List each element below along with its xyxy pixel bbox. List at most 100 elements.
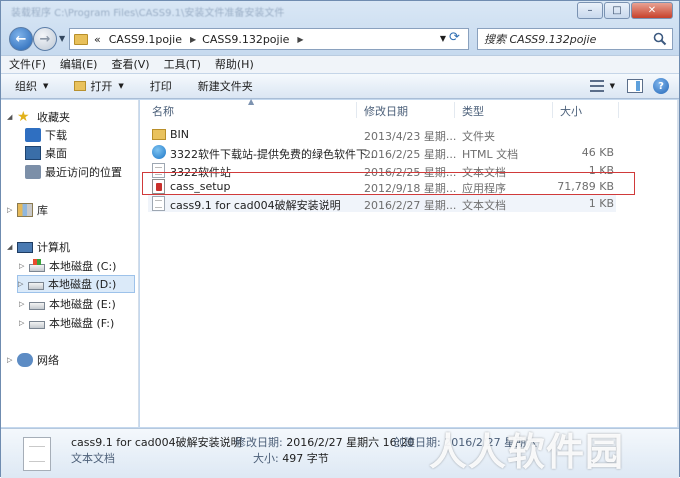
preview-pane-icon[interactable] xyxy=(627,79,643,93)
column-divider[interactable] xyxy=(552,102,553,118)
folder-icon xyxy=(152,129,166,140)
collapsed-icon[interactable]: ▷ xyxy=(19,319,27,327)
tree-drive-c[interactable]: ▷ 本地磁盘 (C:) xyxy=(19,257,116,275)
chevron-right-icon[interactable]: ▶ xyxy=(190,35,196,44)
menu-help[interactable]: 帮助(H) xyxy=(215,56,254,73)
search-input[interactable]: 搜索 CASS9.132pojie xyxy=(477,28,673,50)
details-file-type: 文本文档 xyxy=(71,452,115,465)
search-icon[interactable] xyxy=(653,32,667,46)
column-divider[interactable] xyxy=(356,102,357,118)
expanded-icon[interactable]: ◢ xyxy=(7,113,15,121)
column-divider[interactable] xyxy=(618,102,619,118)
file-type: 应用程序 xyxy=(462,182,506,195)
tree-label: 最近访问的位置 xyxy=(45,166,122,179)
column-divider[interactable] xyxy=(454,102,455,118)
chevron-right-icon[interactable]: ▶ xyxy=(297,35,303,44)
open-folder-icon xyxy=(74,81,87,91)
menu-edit[interactable]: 编辑(E) xyxy=(60,56,98,73)
breadcrumb-overflow[interactable]: « xyxy=(94,33,101,46)
window-title: 装载程序 C:\Program Files\CASS9.1\安装文件准备安装文件 xyxy=(11,8,285,19)
file-row[interactable]: cass_setup 2012/9/18 星期... 应用程序 71,789 K… xyxy=(148,178,616,195)
file-size: 71,789 KB xyxy=(557,180,614,193)
address-bar[interactable]: « CASS9.1pojie ▶ CASS9.132pojie ▶ ▼ xyxy=(69,28,469,50)
file-list: ▲ 名称 修改日期 类型 大小 BIN 2013/4/23 星期... 文件夹 … xyxy=(140,97,679,427)
star-icon: ★ xyxy=(17,109,30,125)
tree-label: 本地磁盘 (F:) xyxy=(49,317,115,330)
html-icon xyxy=(152,145,166,159)
menu-tools[interactable]: 工具(T) xyxy=(164,56,201,73)
column-size[interactable]: 大小 xyxy=(560,103,582,119)
view-options-icon[interactable] xyxy=(589,80,604,92)
open-button[interactable]: 打开 ▼ xyxy=(74,78,124,94)
file-date: 2013/4/23 星期... xyxy=(364,130,457,143)
tree-network[interactable]: ▷ 网络 xyxy=(7,351,59,369)
navigation-row: ← → ▼ « CASS9.1pojie ▶ CASS9.132pojie ▶ ▼ … xyxy=(1,25,679,53)
file-name: BIN xyxy=(170,128,190,141)
file-row[interactable]: 3322软件站 2016/2/25 星期... 文本文档 1 KB xyxy=(148,162,616,179)
close-button[interactable]: ✕ xyxy=(631,2,673,19)
back-button[interactable]: ← xyxy=(9,27,33,51)
tree-desktop[interactable]: 桌面 xyxy=(25,144,67,162)
file-type: HTML 文档 xyxy=(462,148,519,161)
file-size: 1 KB xyxy=(588,197,614,210)
help-icon[interactable]: ? xyxy=(653,78,669,94)
file-row-selected[interactable]: cass9.1 for cad004破解安装说明 2016/2/27 星期...… xyxy=(148,195,616,212)
tree-recent-places[interactable]: 最近访问的位置 xyxy=(25,163,122,181)
new-folder-label: 新建文件夹 xyxy=(197,80,253,93)
expanded-icon[interactable]: ◢ xyxy=(7,243,15,251)
print-label: 打印 xyxy=(149,80,172,93)
tree-libraries[interactable]: ▷ 库 xyxy=(7,201,48,219)
tree-label: 库 xyxy=(37,204,48,217)
sort-ascending-icon: ▲ xyxy=(248,97,255,106)
file-type: 文本文档 xyxy=(462,199,506,212)
tree-drive-e[interactable]: ▷ 本地磁盘 (E:) xyxy=(19,295,116,313)
file-date: 2012/9/18 星期... xyxy=(364,182,457,195)
breadcrumb-label: CASS9.1pojie xyxy=(108,32,182,46)
arrow-left-icon: ← xyxy=(15,31,27,47)
recent-places-icon xyxy=(25,165,41,179)
tree-label: 收藏夹 xyxy=(37,111,70,124)
tree-drive-f[interactable]: ▷ 本地磁盘 (F:) xyxy=(19,314,114,332)
system-drive-icon xyxy=(29,259,45,272)
tree-favorites[interactable]: ◢ ★ 收藏夹 xyxy=(7,108,70,126)
drive-icon xyxy=(29,301,45,310)
collapsed-icon[interactable]: ▷ xyxy=(7,356,15,364)
breadcrumb-item[interactable]: CASS9.132pojie ▶ xyxy=(202,33,303,46)
column-type[interactable]: 类型 xyxy=(462,103,484,119)
collapsed-icon[interactable]: ▷ xyxy=(7,206,15,214)
print-button[interactable]: 打印 xyxy=(150,78,172,94)
file-row[interactable]: BIN 2013/4/23 星期... 文件夹 xyxy=(148,126,616,143)
refresh-icon[interactable]: ⟳ xyxy=(449,30,460,45)
column-name[interactable]: 名称 xyxy=(152,103,174,119)
forward-button[interactable]: → xyxy=(33,27,57,51)
tree-label: 下载 xyxy=(45,129,67,142)
recent-pages-dropdown[interactable]: ▼ xyxy=(59,34,65,43)
chevron-down-icon[interactable]: ▼ xyxy=(610,82,615,90)
menu-file[interactable]: 文件(F) xyxy=(9,56,46,73)
file-row[interactable]: 3322软件下载站-提供免费的绿色软件下... 2016/2/25 星期... … xyxy=(148,144,616,161)
arrow-right-icon: → xyxy=(39,31,51,47)
scrollbar-edge[interactable] xyxy=(677,100,679,427)
tree-drive-d[interactable]: ▷ 本地磁盘 (D:) xyxy=(17,275,135,293)
maximize-button[interactable]: □ xyxy=(604,2,630,19)
column-modified[interactable]: 修改日期 xyxy=(364,103,408,119)
address-dropdown-icon[interactable]: ▼ xyxy=(440,34,446,43)
menu-bar: 文件(F) 编辑(E) 查看(V) 工具(T) 帮助(H) xyxy=(1,55,679,73)
new-folder-button[interactable]: 新建文件夹 xyxy=(198,78,253,94)
collapsed-icon[interactable]: ▷ xyxy=(19,262,27,270)
explorer-window: 装载程序 C:\Program Files\CASS9.1\安装文件准备安装文件… xyxy=(0,0,680,478)
breadcrumb-item[interactable]: CASS9.1pojie ▶ xyxy=(109,33,196,46)
minimize-button[interactable]: – xyxy=(577,2,603,19)
organize-button[interactable]: 组织 ▼ xyxy=(15,78,48,94)
collapsed-icon[interactable]: ▷ xyxy=(18,280,26,288)
tree-label: 本地磁盘 (D:) xyxy=(48,278,117,291)
library-icon xyxy=(17,203,33,217)
tree-downloads[interactable]: 下载 xyxy=(25,126,67,144)
collapsed-icon[interactable]: ▷ xyxy=(19,300,27,308)
downloads-icon xyxy=(25,128,41,142)
tree-computer[interactable]: ◢ 计算机 xyxy=(7,238,70,256)
details-size: 大小: 497 字节 xyxy=(253,450,329,466)
menu-view[interactable]: 查看(V) xyxy=(111,56,149,73)
navigation-pane: ◢ ★ 收藏夹 下载 桌面 最近访问的位置 ▷ 库 ◢ 计算机 ▷ 本地磁盘 (C:) ▷… xyxy=(1,100,139,427)
desktop-icon xyxy=(25,146,41,160)
